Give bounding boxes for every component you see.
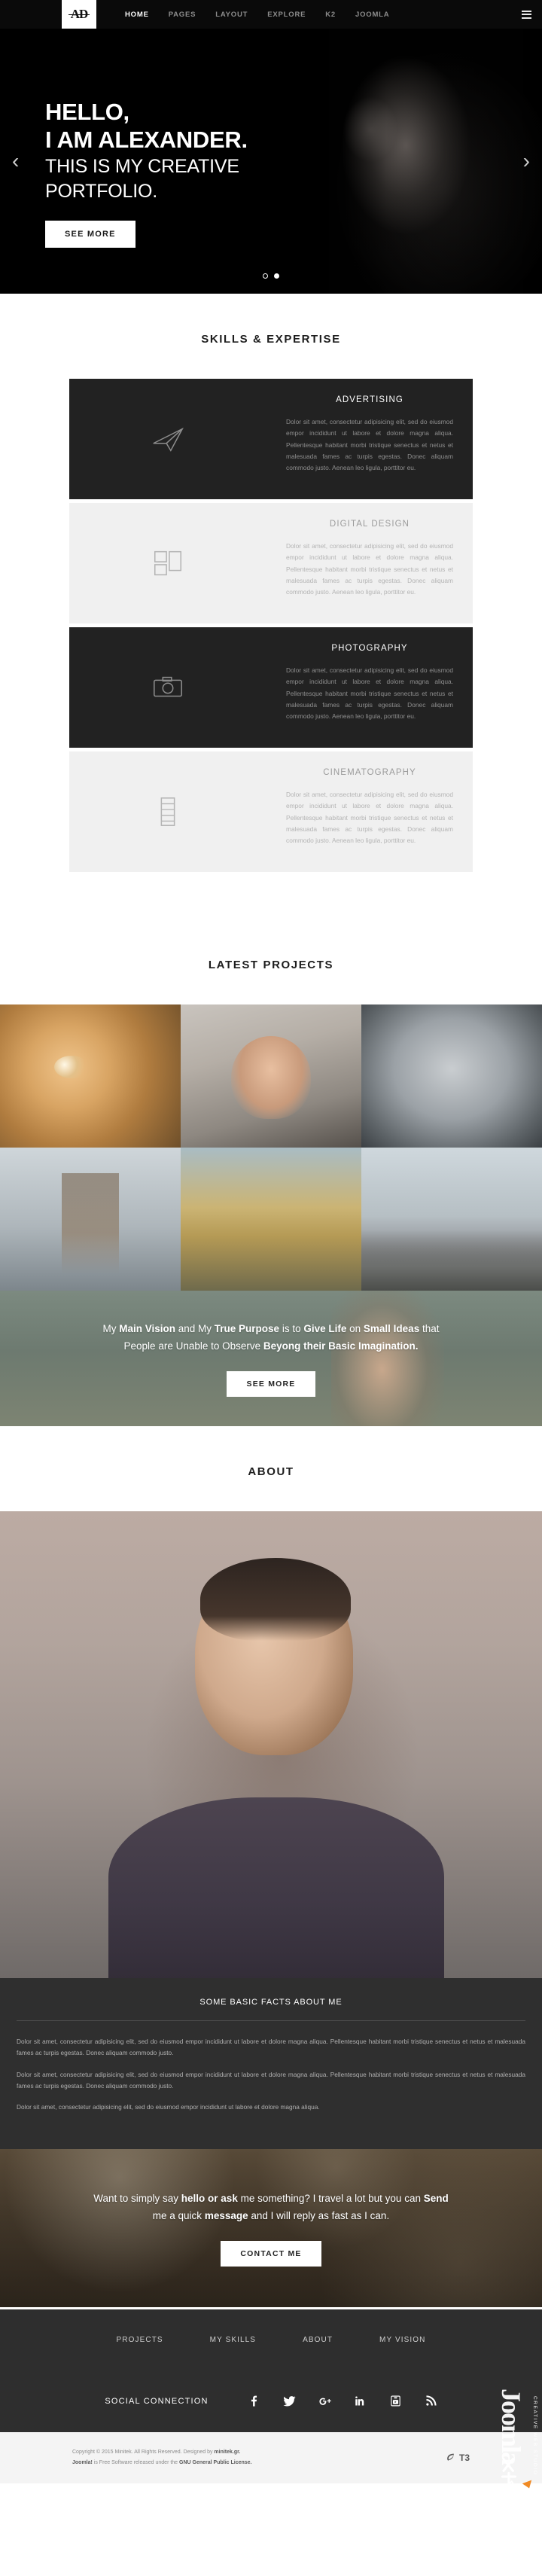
skills-section-title: SKILLS & EXPERTISE — [201, 333, 341, 346]
hero-prev-arrow[interactable]: ‹ — [12, 151, 19, 172]
footer-navigation: PROJECTS MY SKILLS ABOUT MY VISION — [0, 2306, 542, 2370]
main-navigation: HOME PAGES LAYOUT EXPLORE K2 JOOMLA — [125, 11, 389, 19]
hero-dot-2[interactable] — [274, 273, 279, 279]
about-paragraph-2: Dolor sit amet, consectetur adipisicing … — [17, 2070, 525, 2090]
youtube-icon[interactable] — [389, 2395, 402, 2407]
vision-cta-banner: My Main Vision and My True Purpose is to… — [0, 1291, 542, 1426]
portrait-hair — [200, 1558, 352, 1641]
hero-pagination — [0, 273, 542, 279]
about-divider — [17, 2020, 525, 2021]
skill-row-digital-design: DIGITAL DESIGN Dolor sit amet, consectet… — [69, 503, 473, 623]
about-paragraph-1: Dolor sit amet, consectetur adipisicing … — [17, 2038, 525, 2057]
skill-body: CINEMATOGRAPHY Dolor sit amet, consectet… — [266, 751, 473, 872]
about-facts-title: SOME BASIC FACTS ABOUT ME — [199, 1998, 343, 2007]
nav-item-pages[interactable]: PAGES — [169, 11, 196, 19]
hero-dot-1[interactable] — [263, 273, 268, 279]
about-portrait-photo — [0, 1511, 542, 1978]
portrait-torso — [108, 1797, 445, 1978]
hero-content: HELLO, I AM ALEXANDER. THIS IS MY CREATI… — [45, 98, 248, 248]
footer-link-about[interactable]: ABOUT — [303, 2336, 333, 2344]
footer-link-my-skills[interactable]: MY SKILLS — [210, 2336, 256, 2344]
about-paragraph-3: Dolor sit amet, consectetur adipisicing … — [17, 2103, 320, 2111]
about-section-title: ABOUT — [248, 1465, 294, 1478]
skill-description: Dolor sit amet, consectetur adipisicing … — [286, 418, 453, 472]
project-thumb-birds-on-rocks[interactable] — [361, 1148, 542, 1291]
hero-see-more-button[interactable]: SEE MORE — [45, 221, 136, 248]
hero-line-3: THIS IS MY CREATIVE — [45, 156, 239, 178]
camera-icon — [151, 670, 185, 705]
nav-item-k2[interactable]: K2 — [325, 11, 336, 19]
project-thumb-giraffes[interactable] — [0, 1148, 181, 1291]
film-reel-icon — [151, 794, 185, 829]
hero-line-2: I AM ALEXANDER. — [45, 127, 248, 154]
footer-link-my-vision[interactable]: MY VISION — [379, 2336, 425, 2344]
rss-icon[interactable] — [425, 2395, 437, 2407]
copyright-line-2b: is Free Software released under the — [92, 2459, 180, 2465]
t3-framework-badge[interactable]: T3 — [446, 2453, 470, 2463]
t3-label: T3 — [458, 2452, 470, 2463]
skill-icon-cell — [69, 503, 266, 623]
linkedin-icon[interactable] — [354, 2395, 367, 2407]
skill-icon-cell — [69, 751, 266, 872]
project-thumb-cat-portrait[interactable] — [0, 1004, 181, 1148]
skill-description: Dolor sit amet, consectetur adipisicing … — [286, 666, 453, 721]
footer-copyright-bar: Copyright © 2015 Minitek. All Rights Res… — [0, 2431, 542, 2483]
skill-row-cinematography: CINEMATOGRAPHY Dolor sit amet, consectet… — [69, 751, 473, 872]
skill-row-photography: PHOTOGRAPHY Dolor sit amet, consectetur … — [69, 627, 473, 748]
facebook-icon[interactable] — [248, 2395, 260, 2407]
skill-description: Dolor sit amet, consectetur adipisicing … — [286, 791, 453, 845]
project-thumb-weimaraner-dog[interactable] — [361, 1004, 542, 1148]
contact-me-button[interactable]: CONTACT ME — [221, 2240, 321, 2267]
paper-plane-icon — [151, 422, 185, 456]
copyright-line-1a: Copyright © 2015 Minitek. All Rights Res… — [72, 2449, 215, 2456]
social-connection-label: SOCIAL CONNECTION — [105, 2396, 209, 2406]
hero-next-arrow[interactable]: › — [523, 151, 530, 172]
site-header: AD HOME PAGES LAYOUT EXPLORE K2 JOOMLA — [0, 0, 542, 29]
hero-background-photo — [218, 29, 542, 294]
nav-item-joomla[interactable]: JOOMLA — [355, 11, 389, 19]
hero-line-1: HELLO, — [45, 99, 129, 125]
about-section: SOME BASIC FACTS ABOUT ME Dolor sit amet… — [0, 1511, 542, 2149]
google-plus-icon[interactable] — [318, 2395, 331, 2407]
skill-row-advertising: ADVERTISING Dolor sit amet, consectetur … — [69, 379, 473, 499]
leaf-icon — [447, 2453, 454, 2462]
hero-slider: ‹ › HELLO, I AM ALEXANDER. THIS IS MY CR… — [0, 29, 542, 294]
page-root: AD HOME PAGES LAYOUT EXPLORE K2 JOOMLA ‹… — [0, 0, 542, 2496]
nav-item-layout[interactable]: LAYOUT — [215, 11, 248, 19]
copyright-designer-link[interactable]: minitek.gr. — [214, 2449, 240, 2455]
skill-icon-cell — [69, 627, 266, 748]
vision-see-more-button[interactable]: SEE MORE — [227, 1371, 315, 1398]
footer-social-bar: SOCIAL CONNECTION — [0, 2370, 542, 2432]
skill-title: PHOTOGRAPHY — [331, 644, 408, 653]
about-facts-panel: SOME BASIC FACTS ABOUT ME Dolor sit amet… — [0, 1978, 542, 2149]
skill-description: Dolor sit amet, consectetur adipisicing … — [286, 542, 453, 596]
nav-item-home[interactable]: HOME — [125, 11, 149, 19]
project-thumb-canyon-landscape[interactable] — [181, 1148, 361, 1291]
layout-grid-icon — [151, 546, 185, 581]
footer-link-projects[interactable]: PROJECTS — [117, 2336, 163, 2344]
vision-statement: My Main Vision and My True Purpose is to… — [102, 1322, 440, 1352]
nav-item-explore[interactable]: EXPLORE — [267, 11, 306, 19]
hamburger-icon[interactable] — [522, 10, 531, 19]
copyright-text: Copyright © 2015 Minitek. All Rights Res… — [72, 2447, 252, 2468]
project-thumb-woman-hat-portrait[interactable] — [181, 1004, 361, 1148]
skill-body: DIGITAL DESIGN Dolor sit amet, consectet… — [266, 503, 473, 623]
contact-statement: Want to simply say hello or ask me somet… — [93, 2192, 449, 2221]
site-logo[interactable]: AD — [62, 0, 96, 29]
skill-title: DIGITAL DESIGN — [329, 520, 410, 529]
twitter-icon[interactable] — [282, 2395, 296, 2407]
skill-body: ADVERTISING Dolor sit amet, consectetur … — [266, 379, 473, 499]
projects-section-title: LATEST PROJECTS — [208, 959, 334, 971]
copyright-license-link[interactable]: GNU General Public License. — [179, 2460, 251, 2465]
logo-text: AD — [68, 7, 90, 21]
skill-title: CINEMATOGRAPHY — [323, 768, 416, 777]
hero-line-4: PORTFOLIO. — [45, 180, 157, 202]
contact-cta-banner: Want to simply say hello or ask me somet… — [0, 2148, 542, 2307]
projects-grid — [0, 1004, 542, 1291]
skill-icon-cell — [69, 379, 266, 499]
skill-title: ADVERTISING — [336, 395, 403, 404]
skills-section: ADVERTISING Dolor sit amet, consectetur … — [0, 379, 542, 919]
copyright-joomla-link[interactable]: Joomla! — [72, 2460, 93, 2465]
skill-body: PHOTOGRAPHY Dolor sit amet, consectetur … — [266, 627, 473, 748]
